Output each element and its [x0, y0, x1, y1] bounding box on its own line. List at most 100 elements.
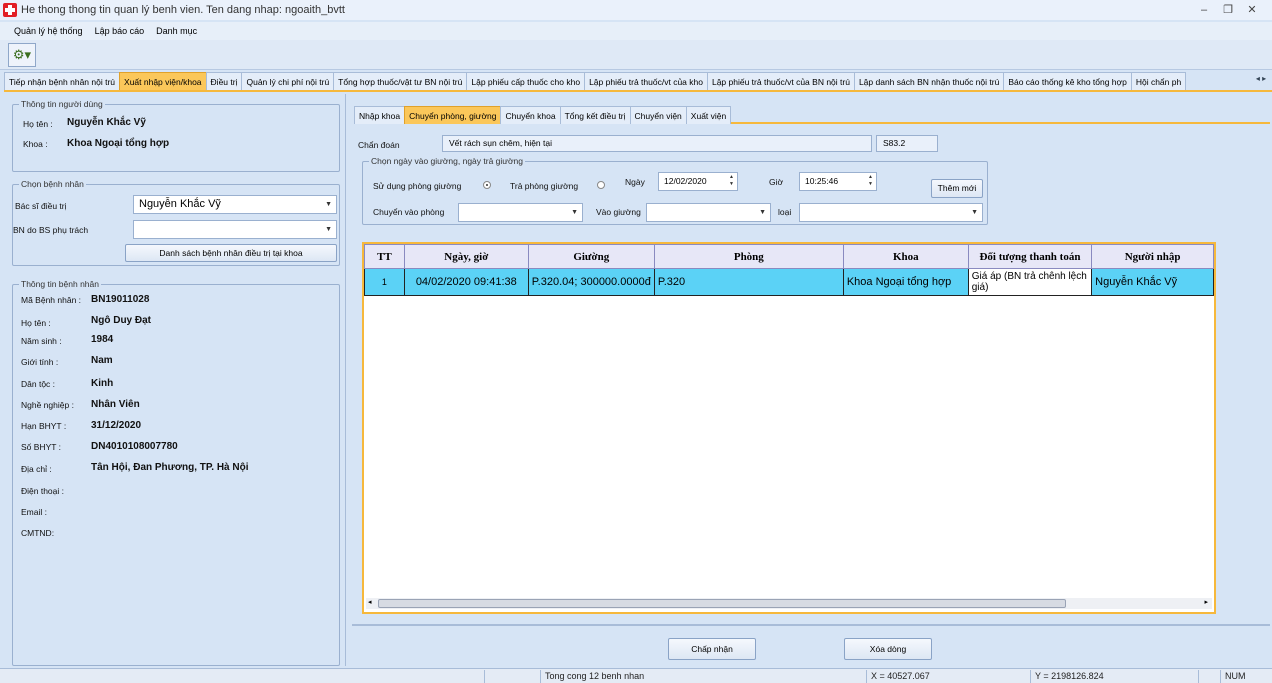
- chevron-down-icon: ▼: [759, 209, 766, 216]
- col-tt[interactable]: TT: [364, 244, 405, 269]
- cell-bed[interactable]: P.320.04; 300000.0000đ: [527, 268, 655, 296]
- return-room-radio[interactable]: [597, 181, 605, 189]
- cell-entered-by[interactable]: Nguyễn Khắc Vỹ: [1091, 268, 1214, 296]
- phone-label: Điện thoại :: [21, 486, 64, 496]
- address: Tân Hội, Đan Phương, TP. Hà Nội: [91, 462, 249, 473]
- window-title: He thong thong tin quan lý benh vien. Te…: [21, 4, 345, 16]
- doctor-label: Bác sĩ điều trị: [15, 201, 67, 211]
- room-label: Chuyển vào phòng: [373, 207, 445, 217]
- type-select[interactable]: ▼: [799, 203, 983, 222]
- room-select[interactable]: ▼: [458, 203, 583, 222]
- minimize-icon[interactable]: –: [1192, 2, 1216, 18]
- tab-chuyen-phong[interactable]: Chuyển phòng, giường: [404, 106, 502, 124]
- tab-tra-thuoc-kho[interactable]: Lập phiếu trả thuốc/vt của kho: [584, 72, 708, 90]
- date-picker[interactable]: 12/02/2020 ▲ ▼: [658, 172, 738, 191]
- user-info-group: Thông tin người dùng Họ tên : Nguyễn Khắ…: [12, 99, 340, 172]
- tab-tiep-nhan[interactable]: Tiếp nhận bệnh nhân nội trú: [4, 72, 121, 90]
- bed-group-title: Chọn ngày vào giường, ngày trả giường: [369, 156, 526, 166]
- chevron-down-icon: ▼: [571, 209, 578, 216]
- scrollbar-thumb[interactable]: [378, 599, 1066, 608]
- menu-reports[interactable]: Lập báo cáo: [95, 26, 145, 36]
- left-panel: Thông tin người dùng Họ tên : Nguyễn Khắ…: [4, 94, 346, 666]
- toolbar: ⚙▾: [0, 40, 1272, 70]
- diagnosis-field[interactable]: Vết rách sụn chêm, hiện tại: [442, 135, 872, 152]
- tab-chi-phi[interactable]: Quản lý chi phí nội trú: [241, 72, 335, 90]
- tab-xuat-vien[interactable]: Xuất viện: [685, 106, 732, 124]
- scroll-right-icon[interactable]: ▸: [1204, 598, 1208, 606]
- spin-arrows-icon[interactable]: ▲ ▼: [729, 174, 734, 188]
- use-room-label: Sử dụng phòng giường: [373, 181, 462, 191]
- bed-history-grid: TT Ngày, giờ Giường Phòng Khoa Đối tượng…: [362, 242, 1216, 614]
- patient-info-group: Thông tin bệnh nhân Mã Bệnh nhân : BN190…: [12, 279, 340, 666]
- app-logo-icon: [3, 3, 17, 17]
- accept-button[interactable]: Chấp nhận: [668, 638, 756, 660]
- menu-catalog[interactable]: Danh mục: [156, 26, 197, 36]
- tab-chuyen-khoa[interactable]: Chuyển khoa: [500, 106, 561, 124]
- time-picker[interactable]: 10:25:46 ▲ ▼: [799, 172, 877, 191]
- delete-row-button[interactable]: Xóa dòng: [844, 638, 932, 660]
- scroll-left-icon[interactable]: ◂: [368, 598, 372, 606]
- col-entered-by[interactable]: Người nhập: [1091, 244, 1214, 269]
- patient-id-label: Mã Bệnh nhân :: [21, 295, 82, 305]
- use-room-radio[interactable]: [483, 181, 491, 189]
- tab-scroll-arrows-icon[interactable]: ◂ ▸: [1252, 74, 1270, 83]
- occupation: Nhân Viên: [91, 399, 140, 410]
- tab-nhap-khoa[interactable]: Nhập khoa: [354, 106, 406, 124]
- bs-label: BN do BS phụ trách: [13, 225, 89, 235]
- status-x: X = 40527.067: [866, 670, 1030, 683]
- tab-bao-cao-kho[interactable]: Báo cáo thống kê kho tổng hợp: [1003, 72, 1132, 90]
- right-panel: Nhập khoa Chuyển phòng, giường Chuyển kh…: [350, 94, 1272, 666]
- chevron-down-icon: ▼: [325, 226, 332, 233]
- tools-dropdown-icon[interactable]: ⚙▾: [8, 43, 36, 67]
- user-name-label: Họ tên :: [23, 119, 53, 129]
- title-bar: He thong thong tin quan lý benh vien. Te…: [0, 0, 1272, 20]
- tab-tong-ket[interactable]: Tổng kết điều trị: [559, 106, 631, 124]
- bed-select[interactable]: ▼: [646, 203, 771, 222]
- diagnosis-code-field[interactable]: S83.2: [876, 135, 938, 152]
- patient-id: BN19011028: [91, 294, 150, 305]
- cell-tt[interactable]: 1: [364, 268, 405, 296]
- cell-dept[interactable]: Khoa Ngoại tổng hợp: [842, 268, 969, 296]
- patient-list-button[interactable]: Danh sách bệnh nhân điều trị tại khoa: [125, 244, 337, 262]
- main-tab-strip: Tiếp nhận bệnh nhân nội trú Xuất nhập vi…: [4, 72, 1272, 92]
- address-label: Địa chỉ :: [21, 464, 52, 474]
- tab-hoi-chan[interactable]: Hội chẩn ph: [1130, 72, 1187, 90]
- bed-group: Chọn ngày vào giường, ngày trả giường Sử…: [362, 156, 988, 225]
- patient-info-title: Thông tin bệnh nhân: [19, 279, 101, 289]
- tab-tong-hop-thuoc[interactable]: Tổng hợp thuốc/vật tư BN nội trú: [333, 72, 468, 90]
- col-room[interactable]: Phòng: [653, 244, 844, 269]
- spin-arrows-icon[interactable]: ▲ ▼: [868, 174, 873, 188]
- status-caps: [1198, 670, 1220, 683]
- cell-room[interactable]: P.320: [653, 268, 844, 296]
- horizontal-scrollbar[interactable]: ◂ ▸: [366, 598, 1212, 609]
- table-row[interactable]: 1 04/02/2020 09:41:38 P.320.04; 300000.0…: [364, 268, 1214, 296]
- col-payer[interactable]: Đối tượng thanh toán: [967, 244, 1093, 269]
- bhyt-expiry-label: Hạn BHYT :: [21, 421, 67, 431]
- status-blank: [484, 670, 540, 683]
- cell-payer[interactable]: Giá áp (BN trả chênh lệch giá): [967, 268, 1093, 296]
- ethnicity: Kinh: [91, 378, 114, 389]
- doctor-select[interactable]: Nguyễn Khắc Vỹ ▼: [133, 195, 337, 214]
- menu-system[interactable]: Quản lý hệ thống: [14, 26, 83, 36]
- tab-xuat-nhap-vien[interactable]: Xuất nhập viện/khoa: [119, 72, 207, 90]
- add-new-button[interactable]: Thêm mới: [931, 179, 983, 198]
- bed-history-table: TT Ngày, giờ Giường Phòng Khoa Đối tượng…: [364, 244, 1214, 296]
- tab-tra-thuoc-bn[interactable]: Lập phiếu trả thuốc/vt của BN nội trú: [706, 72, 855, 90]
- close-icon[interactable]: ✕: [1240, 2, 1264, 18]
- tab-chuyen-vien[interactable]: Chuyển viện: [629, 106, 687, 124]
- restore-icon[interactable]: ❐: [1216, 2, 1240, 18]
- patient-name-label: Họ tên :: [21, 318, 51, 328]
- status-num: NUM: [1220, 670, 1272, 683]
- bhyt-number-label: Số BHYT :: [21, 442, 61, 452]
- col-dept[interactable]: Khoa: [842, 244, 969, 269]
- col-datetime[interactable]: Ngày, giờ: [403, 244, 529, 269]
- cell-datetime[interactable]: 04/02/2020 09:41:38: [403, 268, 529, 296]
- col-bed[interactable]: Giường: [527, 244, 655, 269]
- tab-dieu-tri[interactable]: Điều trị: [205, 72, 243, 90]
- bs-select[interactable]: ▼: [133, 220, 337, 239]
- tab-danh-sach-bn[interactable]: Lập danh sách BN nhận thuốc nội trú: [853, 72, 1005, 90]
- diagnosis-label: Chẩn đoán: [358, 140, 400, 150]
- gender-label: Giới tính :: [21, 357, 59, 367]
- time-label: Giờ: [769, 177, 784, 187]
- tab-cap-thuoc[interactable]: Lập phiếu cấp thuốc cho kho: [466, 72, 586, 90]
